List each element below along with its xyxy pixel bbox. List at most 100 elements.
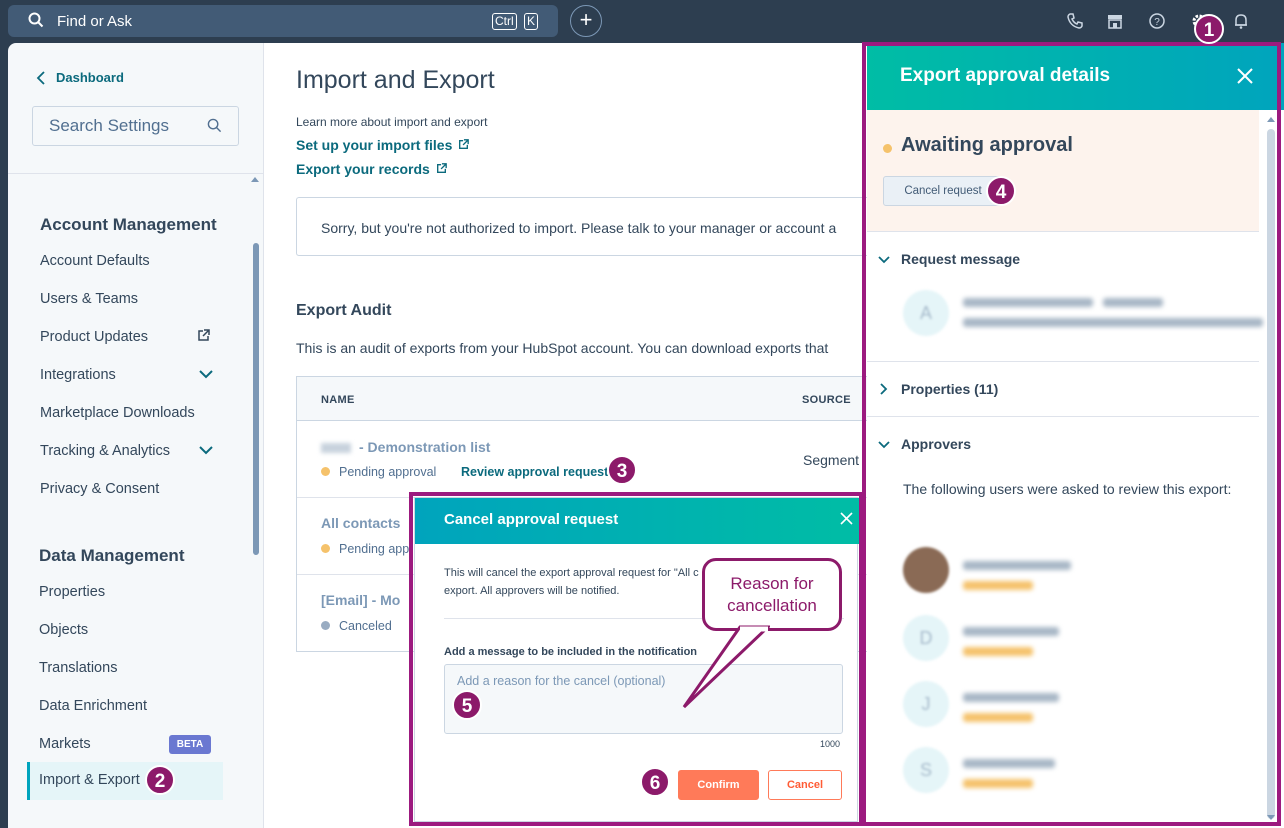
table-row: - Demonstration list Pending approval Re…	[297, 421, 877, 498]
status-badge: Pending approval	[321, 465, 436, 479]
chevron-right-icon[interactable]	[877, 382, 891, 396]
modal-title: Cancel approval request	[444, 511, 619, 528]
scroll-up-arrow-icon[interactable]	[1267, 117, 1275, 122]
external-link-icon	[436, 163, 447, 173]
sidebar-item-label: Translations	[39, 660, 118, 676]
search-icon	[207, 118, 222, 133]
settings-search-input[interactable]	[33, 107, 203, 145]
notifications-bell-icon[interactable]	[1232, 12, 1250, 30]
scroll-down-arrow-icon[interactable]	[1267, 815, 1275, 820]
sidebar-item-users-teams[interactable]: Users & Teams	[40, 287, 138, 311]
sidebar-item-marketplace-downloads[interactable]: Marketplace Downloads	[40, 401, 195, 425]
redacted-text	[963, 318, 1263, 327]
sidebar-item-label: Import & Export	[39, 772, 140, 788]
settings-search	[32, 106, 239, 146]
sidebar-item-label: Integrations	[40, 367, 116, 383]
create-new-button[interactable]: +	[570, 5, 602, 37]
cancel-reason-textarea[interactable]	[444, 664, 843, 734]
section-heading-data-management: Data Management	[39, 546, 185, 565]
status-text: Pending approval	[339, 465, 437, 479]
source-cell: Segment	[803, 452, 860, 468]
back-to-dashboard-link[interactable]: Dashboard	[36, 70, 124, 85]
sidebar-item-markets[interactable]: Markets	[39, 732, 91, 756]
chevron-down-icon[interactable]	[198, 442, 214, 458]
global-search-bar[interactable]: Find or Ask Ctrl K	[8, 5, 558, 37]
status-text: Canceled	[339, 619, 392, 633]
redacted-text	[963, 779, 1033, 788]
chevron-down-icon[interactable]	[877, 438, 891, 452]
alert-text: Sorry, but you're not authorized to impo…	[321, 220, 837, 236]
panel-title: Export approval details	[900, 65, 1111, 86]
status-dot	[321, 621, 330, 631]
sidebar-item-privacy-consent[interactable]: Privacy & Consent	[40, 477, 159, 501]
table-header: NAME SOURCE	[297, 377, 877, 421]
sidebar-item-label: Users & Teams	[40, 291, 139, 307]
redacted-text	[963, 627, 1059, 636]
global-search-text: Find or Ask	[57, 13, 133, 30]
approval-status: Awaiting approval	[901, 134, 1073, 156]
status-dot	[321, 467, 330, 477]
chevron-down-icon[interactable]	[198, 366, 214, 382]
help-icon[interactable]: ?	[1148, 12, 1166, 30]
svg-text:?: ?	[1154, 17, 1160, 28]
settings-sidebar: Dashboard Account Management Account Def…	[8, 43, 264, 828]
annotation-badge-6: 6	[640, 767, 670, 797]
sidebar-item-objects[interactable]: Objects	[39, 618, 88, 642]
back-label: Dashboard	[56, 70, 124, 85]
approvers-description: The following users were asked to review…	[903, 481, 1232, 497]
sidebar-item-tracking-analytics[interactable]: Tracking & Analytics	[40, 439, 213, 463]
cancel-button[interactable]: Cancel	[768, 770, 842, 800]
section-title[interactable]: Properties (11)	[901, 381, 998, 397]
sidebar-item-import-export[interactable]: Import & Export	[27, 762, 223, 800]
chevron-down-icon[interactable]	[877, 253, 891, 267]
scroll-up-arrow-icon[interactable]	[251, 177, 259, 182]
setup-import-files-link[interactable]: Set up your import files	[296, 137, 470, 153]
export-name-link[interactable]: [Email] - Mo	[321, 592, 400, 608]
annotation-badge-1: 1	[1194, 14, 1224, 44]
review-approval-request-link[interactable]: Review approval request	[461, 465, 608, 479]
link-label: Set up your import files	[296, 137, 453, 153]
section-heading-account-management: Account Management	[40, 215, 217, 234]
sidebar-item-integrations[interactable]: Integrations	[40, 363, 213, 387]
redacted-text	[963, 759, 1055, 768]
sidebar-scrollbar[interactable]	[253, 243, 259, 555]
character-limit: 1000	[820, 739, 841, 749]
redacted-text	[963, 581, 1033, 590]
cancel-approval-modal: Cancel approval request This will cancel…	[414, 497, 859, 822]
properties-section: Properties (11)	[867, 362, 1259, 417]
top-navigation-bar: Find or Ask Ctrl K + ?	[0, 0, 1284, 43]
close-icon[interactable]	[840, 512, 853, 525]
sidebar-item-data-enrichment[interactable]: Data Enrichment	[39, 694, 147, 718]
marketplace-icon[interactable]	[1106, 12, 1124, 30]
avatar: S	[903, 747, 949, 793]
export-name-link[interactable]: All contacts	[321, 515, 400, 531]
close-icon[interactable]	[1236, 67, 1254, 85]
status-badge: Canceled	[321, 619, 392, 633]
redacted-text	[963, 561, 1071, 570]
cancel-request-button[interactable]: Cancel request	[883, 176, 1003, 206]
phone-icon[interactable]	[1066, 12, 1084, 30]
sidebar-item-label: Account Defaults	[40, 253, 150, 269]
status-dot	[321, 544, 330, 554]
redacted-text	[963, 298, 1093, 307]
sidebar-item-product-updates[interactable]: Product Updates	[40, 325, 210, 349]
sidebar-item-properties[interactable]: Properties	[39, 580, 105, 604]
column-header-name[interactable]: NAME	[321, 394, 355, 406]
panel-scrollbar[interactable]	[1267, 129, 1275, 819]
export-name-link[interactable]: - Demonstration list	[321, 439, 490, 455]
export-audit-heading: Export Audit	[296, 302, 392, 319]
confirm-button[interactable]: Confirm	[678, 770, 759, 800]
panel-header: Export approval details	[867, 43, 1284, 110]
section-title[interactable]: Approvers	[901, 436, 971, 452]
export-records-link[interactable]: Export your records	[296, 161, 447, 177]
export-approval-panel: Export approval details Awaiting approva…	[867, 43, 1284, 828]
redacted-text	[321, 443, 351, 454]
sidebar-item-account-defaults[interactable]: Account Defaults	[40, 249, 150, 273]
page-title: Import and Export	[296, 66, 495, 94]
column-header-source[interactable]: SOURCE	[802, 394, 851, 406]
sidebar-item-label: Properties	[39, 584, 106, 600]
section-title[interactable]: Request message	[901, 251, 1020, 267]
chevron-left-icon	[36, 71, 45, 85]
sidebar-item-label: Privacy & Consent	[40, 481, 160, 497]
sidebar-item-translations[interactable]: Translations	[39, 656, 117, 680]
